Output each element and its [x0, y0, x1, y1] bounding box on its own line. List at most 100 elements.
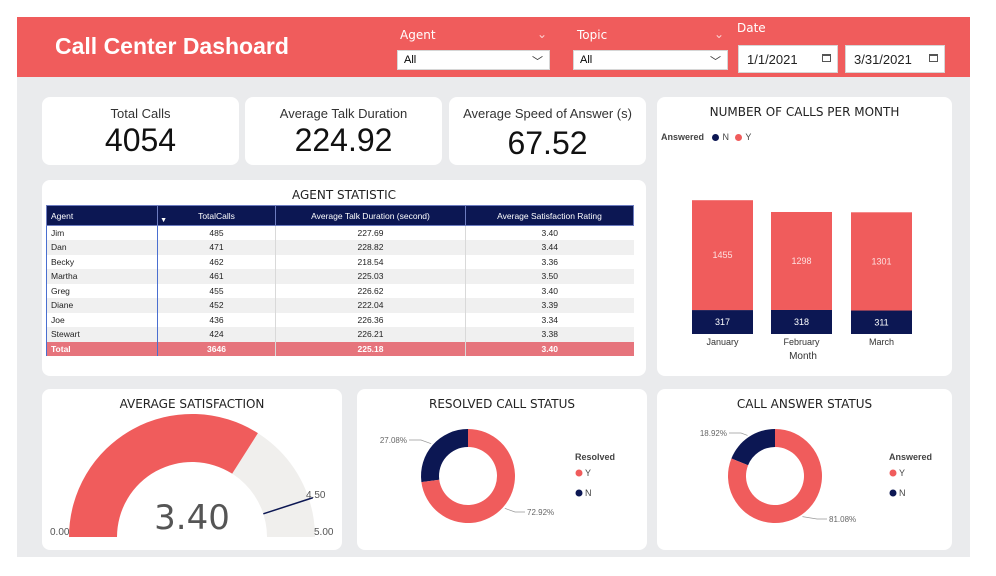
stacked-bar-chart: 317 1455 January 318 1298 February 311 1301 Marc…	[692, 200, 912, 362]
table-cell: Joe	[46, 312, 158, 327]
agent-filter-label: Agent	[400, 28, 436, 42]
call-answer-status-card: CALL ANSWER STATUS 18.92% 81.08% Answered Y…	[657, 389, 952, 550]
kpi-label: Average Talk Duration	[279, 106, 408, 121]
table-cell: 226.62	[275, 283, 466, 298]
topic-collapse-icon[interactable]: ⌄	[714, 27, 724, 41]
table-cell: 3.40	[465, 283, 634, 298]
table-row[interactable]: Joe 436 226.36 3.34	[46, 312, 634, 327]
calendar-icon[interactable]	[822, 54, 831, 62]
table-cell: 226.21	[275, 327, 466, 342]
table-cell: 3.44	[465, 240, 634, 255]
legend-dot-y	[575, 469, 583, 477]
header-bar: Call Center Dashoard Agent ⌄ All ﹀ Topic…	[17, 17, 970, 77]
agent-dropdown[interactable]: All ﹀	[397, 50, 550, 70]
start-date-input[interactable]: 1/1/2021	[738, 45, 838, 73]
table-row[interactable]: Martha 461 225.03 3.50	[46, 269, 634, 284]
total-cell: 3.40	[465, 341, 634, 356]
kpi-label: Average Speed of Answer (s)	[463, 106, 632, 121]
legend-label-n: N	[585, 488, 592, 498]
donut-slice-n	[731, 429, 775, 466]
table-cell: 3.39	[465, 298, 634, 313]
table-row[interactable]: Dan 471 228.82 3.44	[46, 240, 634, 255]
x-axis-title: Month	[789, 351, 817, 362]
table-cell: 228.82	[275, 240, 466, 255]
data-label: 1298	[791, 256, 811, 266]
kpi-label: Total Calls	[110, 106, 171, 121]
kpi-value: 67.52	[507, 125, 588, 161]
table-row[interactable]: Becky 462 218.54 3.36	[46, 254, 634, 269]
total-cell: 225.18	[275, 341, 466, 356]
slice-label-y: 81.08%	[829, 515, 856, 524]
average-satisfaction-card: AVERAGE SATISFACTION 3.40 0.00 5.00 4.50	[42, 389, 342, 550]
agent-table-title: AGENT STATISTIC	[291, 188, 397, 202]
table-cell: 455	[157, 283, 276, 298]
data-label: 1301	[871, 256, 891, 266]
end-date-value: 3/31/2021	[854, 52, 912, 67]
table-cell: 436	[157, 312, 276, 327]
legend-dot-n	[889, 489, 897, 497]
table-cell: Martha	[46, 269, 158, 284]
kpi-card-total-calls: Total Calls 4054	[42, 97, 239, 165]
total-cell: 3646	[157, 341, 276, 356]
total-cell: Total	[46, 341, 158, 356]
leader-line	[802, 516, 827, 520]
table-cell: Becky	[46, 254, 158, 269]
topic-dropdown[interactable]: All ﹀	[573, 50, 728, 70]
chevron-down-icon: ﹀	[532, 56, 543, 68]
calendar-icon[interactable]	[929, 54, 938, 62]
legend-label-n: N	[899, 488, 906, 498]
data-label: 311	[874, 317, 888, 327]
table-cell: 452	[157, 298, 276, 313]
gauge-value: 3.40	[154, 498, 230, 538]
legend-label-y: Y	[899, 468, 905, 478]
gauge-max-label: 5.00	[314, 527, 334, 538]
slice-label-n: 18.92%	[700, 429, 727, 438]
table-cell: 218.54	[275, 254, 466, 269]
column-header-agent[interactable]: Agent ▼	[46, 205, 167, 226]
leader-line	[729, 432, 748, 436]
table-row[interactable]: Diane 452 222.04 3.39	[46, 298, 634, 313]
data-label: 318	[794, 317, 809, 327]
kpi-card-avg-talk-duration: Average Talk Duration 224.92	[245, 97, 442, 165]
data-label: 1455	[712, 250, 732, 260]
table-total-row: Total 3646 225.18 3.40	[46, 341, 634, 356]
x-tick-label: January	[706, 337, 739, 347]
table-cell: 471	[157, 240, 276, 255]
agent-dropdown-value: All	[404, 54, 417, 66]
agent-table: Agent ▼ TotalCalls Average Talk Duration …	[46, 205, 634, 356]
legend-dot-n	[575, 489, 583, 497]
resolved-call-status-card: RESOLVED CALL STATUS 27.08% 72.92% Resolve…	[357, 389, 647, 550]
table-cell: 485	[157, 225, 276, 240]
table-row[interactable]: Stewart 424 226.21 3.38	[46, 327, 634, 342]
table-cell: 3.34	[465, 312, 634, 327]
table-cell: Dan	[46, 240, 158, 255]
table-cell: 3.50	[465, 269, 634, 284]
leader-line	[409, 439, 432, 445]
table-cell: 3.36	[465, 254, 634, 269]
sort-arrow-icon[interactable]: ▼	[160, 217, 167, 224]
table-row[interactable]: Jim 485 227.69 3.40	[46, 225, 634, 240]
kpi-card-avg-speed-of-answer: Average Speed of Answer (s) 67.52	[449, 97, 646, 165]
table-cell: Stewart	[46, 327, 158, 342]
table-row[interactable]: Greg 455 226.62 3.40	[46, 283, 634, 298]
resolved-donut-chart: 27.08% 72.92% Resolved YN	[380, 429, 615, 523]
x-tick-label: February	[783, 337, 820, 347]
column-header-totalcalls[interactable]: TotalCalls	[157, 205, 276, 226]
legend-dot-y	[889, 469, 897, 477]
start-date-value: 1/1/2021	[747, 52, 798, 67]
end-date-input[interactable]: 3/31/2021	[845, 45, 945, 73]
date-filter-label: Date	[737, 21, 766, 35]
slice-label-y: 72.92%	[527, 508, 554, 517]
table-cell: 3.40	[465, 225, 634, 240]
table-cell: 462	[157, 254, 276, 269]
answer-donut-chart: 18.92% 81.08% Answered YN	[700, 429, 932, 524]
agent-collapse-icon[interactable]: ⌄	[537, 27, 547, 41]
table-cell: 222.04	[275, 298, 466, 313]
column-header-avg-talk-duration[interactable]: Average Talk Duration (second)	[275, 205, 466, 226]
gauge-target-label: 4.50	[306, 490, 326, 501]
table-cell: 461	[157, 269, 276, 284]
data-label: 317	[715, 317, 730, 327]
column-header-avg-satisfaction[interactable]: Average Satisfaction Rating	[465, 205, 634, 226]
table-cell: 227.69	[275, 225, 466, 240]
gauge-min-label: 0.00	[50, 527, 70, 538]
